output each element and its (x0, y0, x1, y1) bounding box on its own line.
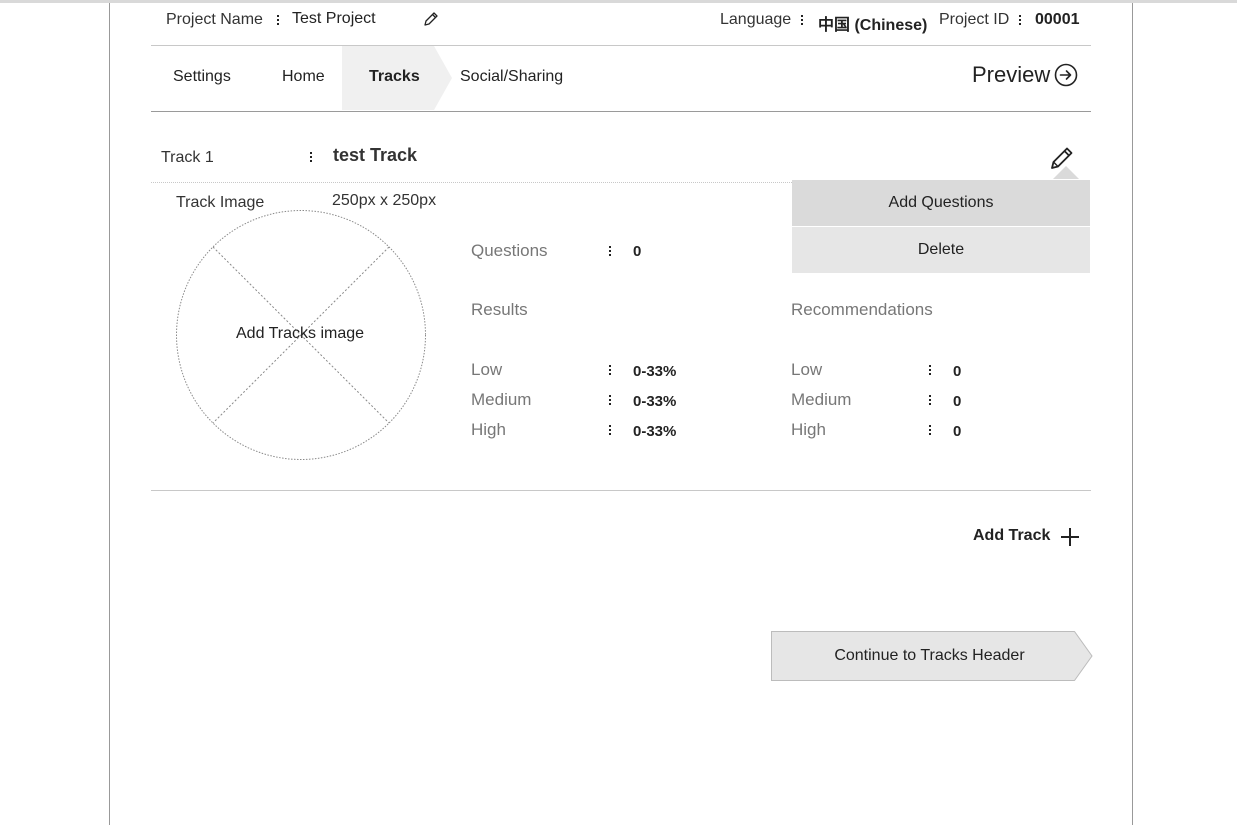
recommendations-high-label: High (791, 420, 826, 439)
add-track-button[interactable]: Add Track (973, 527, 1050, 545)
separator (929, 425, 931, 435)
separator (929, 395, 931, 405)
project-id-value: 00001 (1035, 11, 1080, 28)
results-high-value: 0-33% (633, 423, 677, 440)
window-top-bar (0, 0, 1237, 3)
separator (609, 365, 611, 375)
track-name: test Track (333, 145, 418, 165)
section-divider (151, 490, 1091, 491)
results-medium-value: 0-33% (633, 393, 677, 410)
recommendations-medium-value: 0 (953, 393, 962, 410)
questions-label: Questions (471, 241, 548, 260)
separator (609, 425, 611, 435)
continue-button-arrow[interactable] (1074, 631, 1093, 681)
separator (1019, 15, 1021, 25)
tab-settings[interactable]: Settings (173, 68, 231, 86)
separator (277, 15, 279, 25)
image-placeholder-text: Add Tracks image (236, 325, 365, 342)
results-medium-label: Medium (471, 390, 532, 409)
separator (609, 395, 611, 405)
results-high-label: High (471, 420, 506, 439)
recommendations-low-label: Low (791, 360, 823, 379)
results-low-label: Low (471, 360, 503, 379)
recommendations-medium-label: Medium (791, 390, 852, 409)
recommendations-high-value: 0 (953, 423, 962, 440)
divider (151, 45, 1091, 46)
menu-pointer (1053, 166, 1079, 179)
page-frame-right (1132, 3, 1133, 825)
track-label: Track 1 (161, 149, 214, 166)
track-image-size: 250px x 250px (332, 192, 437, 209)
language-value[interactable]: 中国 (Chinese) (818, 11, 927, 35)
add-questions-button[interactable]: Add Questions (792, 180, 1090, 226)
delete-button[interactable]: Delete (792, 227, 1090, 273)
results-low-value: 0-33% (633, 363, 677, 380)
separator (801, 15, 803, 25)
recommendations-low-value: 0 (953, 363, 962, 380)
language-label: Language (720, 11, 792, 28)
arrow-right-circle-icon[interactable] (1054, 63, 1078, 87)
separator (929, 365, 931, 375)
project-name-value: Test Project (292, 10, 376, 27)
continue-button[interactable]: Continue to Tracks Header (771, 631, 1075, 681)
tab-home[interactable]: Home (282, 68, 325, 86)
project-name-label: Project Name (166, 11, 263, 28)
results-title: Results (471, 300, 528, 319)
nav-divider (151, 111, 1091, 112)
track-divider (151, 182, 792, 183)
recommendations-title: Recommendations (791, 300, 933, 319)
project-id-label: Project ID (939, 11, 1010, 28)
tab-tracks[interactable]: Tracks (369, 68, 420, 86)
plus-icon[interactable] (1059, 526, 1081, 548)
questions-value: 0 (633, 243, 642, 260)
pencil-icon[interactable] (423, 11, 439, 27)
preview-link[interactable]: Preview (972, 62, 1050, 88)
active-tab-arrow (434, 46, 452, 110)
tab-social-sharing[interactable]: Social/Sharing (460, 68, 563, 86)
page-frame-left (109, 3, 110, 825)
separator (609, 246, 611, 256)
separator (310, 152, 312, 162)
